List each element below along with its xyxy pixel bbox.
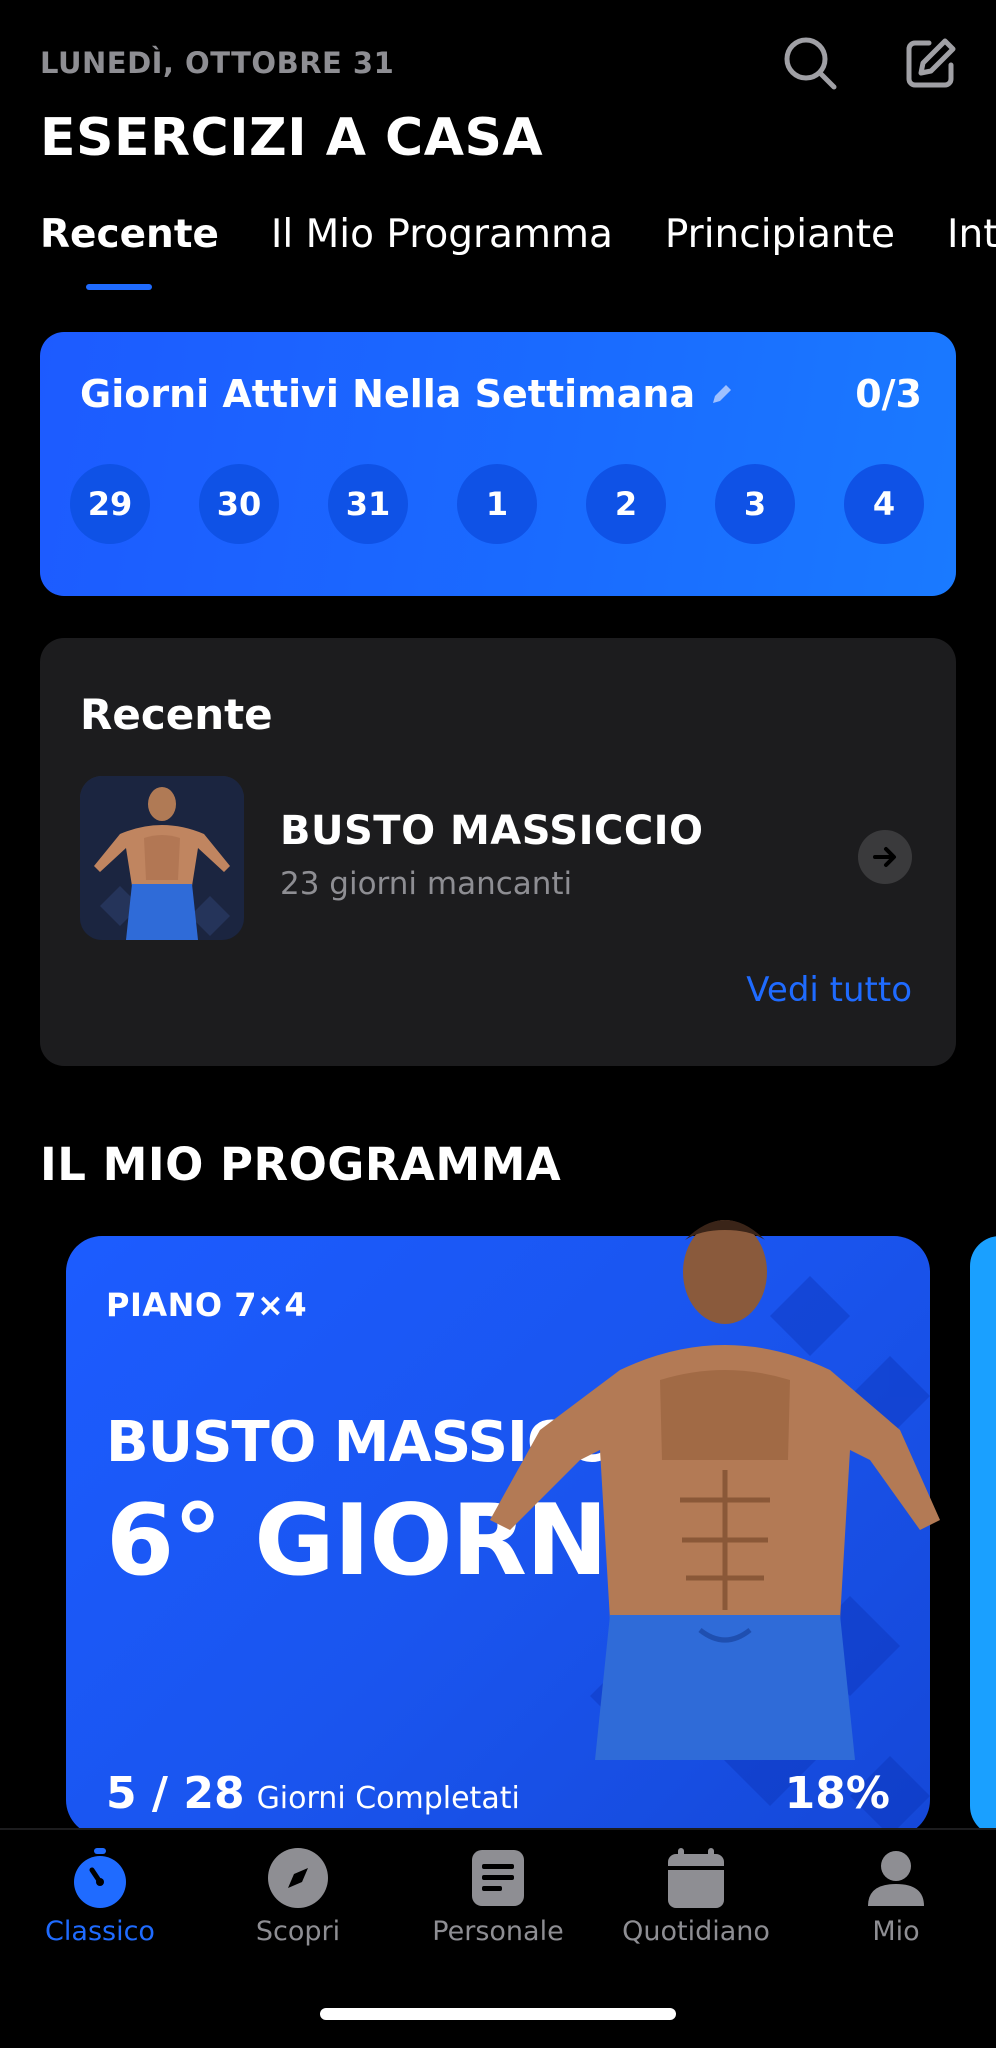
tab-label: Personale [432, 1916, 564, 1947]
week-days: 29 30 31 1 2 3 4 [70, 464, 924, 544]
category-tabs: Recente Il Mio Programma Principiante Inter [40, 212, 996, 292]
weekly-goal-title: Giorni Attivi Nella Settimana [80, 372, 735, 416]
search-icon[interactable] [777, 30, 843, 96]
calendar-icon [664, 1846, 728, 1910]
compass-icon [266, 1846, 330, 1910]
edit-icon[interactable] [898, 30, 964, 96]
athlete-image [490, 1220, 940, 1760]
page-title: ESERCIZI A CASA [40, 108, 544, 168]
tab-quotidiano[interactable]: Quotidiano [596, 1846, 796, 1947]
weekly-goal-count: 0/3 [855, 372, 922, 416]
tab-mio[interactable]: Mio [796, 1846, 996, 1947]
recent-heading: Recente [80, 690, 273, 739]
plan-label: PIANO 7×4 [106, 1286, 308, 1324]
day-circle[interactable]: 31 [328, 464, 408, 544]
day-circle[interactable]: 1 [457, 464, 537, 544]
weekly-goal-title-text: Giorni Attivi Nella Settimana [80, 372, 696, 416]
weekly-goal-card[interactable]: Giorni Attivi Nella Settimana 0/3 29 30 … [40, 332, 956, 596]
date-label: LUNEDÌ, OTTOBRE 31 [40, 46, 395, 80]
stopwatch-icon [68, 1846, 132, 1910]
workout-thumbnail[interactable] [80, 776, 244, 940]
day-circle[interactable]: 4 [844, 464, 924, 544]
tab-classico[interactable]: Classico [0, 1846, 200, 1947]
tab-label: Scopri [255, 1916, 341, 1947]
tab-label: Mio [872, 1916, 920, 1947]
progress-count: 5 / 28 [106, 1768, 245, 1819]
tab-label: Classico [45, 1916, 155, 1947]
tab-il-mio-programma[interactable]: Il Mio Programma [271, 212, 613, 257]
pencil-icon[interactable] [709, 372, 735, 416]
tab-personale[interactable]: Personale [398, 1846, 598, 1947]
recent-card: Recente BUSTO MASSICCIO 23 giorni mancan… [40, 638, 956, 1066]
day-circle[interactable]: 30 [199, 464, 279, 544]
day-circle[interactable]: 29 [70, 464, 150, 544]
tab-principiante[interactable]: Principiante [665, 212, 895, 257]
tab-intermedio[interactable]: Inter [947, 212, 996, 257]
day-circle[interactable]: 3 [715, 464, 795, 544]
tab-recente[interactable]: Recente [40, 212, 219, 257]
day-circle[interactable]: 2 [586, 464, 666, 544]
next-program-card[interactable] [970, 1236, 996, 1836]
program-progress: 5 / 28 Giorni Completati [106, 1768, 520, 1819]
arrow-right-icon[interactable] [858, 830, 912, 884]
program-section-title: IL MIO PROGRAMMA [40, 1138, 562, 1191]
recent-workout-name[interactable]: BUSTO MASSICCIO [280, 808, 704, 854]
document-icon [466, 1846, 530, 1910]
active-tab-indicator [86, 284, 152, 290]
see-all-link[interactable]: Vedi tutto [746, 970, 912, 1010]
tab-scopri[interactable]: Scopri [198, 1846, 398, 1947]
recent-workout-remaining: 23 giorni mancanti [280, 866, 573, 902]
tab-label: Quotidiano [622, 1916, 770, 1947]
profile-icon [864, 1846, 928, 1910]
home-indicator[interactable] [320, 2008, 676, 2020]
